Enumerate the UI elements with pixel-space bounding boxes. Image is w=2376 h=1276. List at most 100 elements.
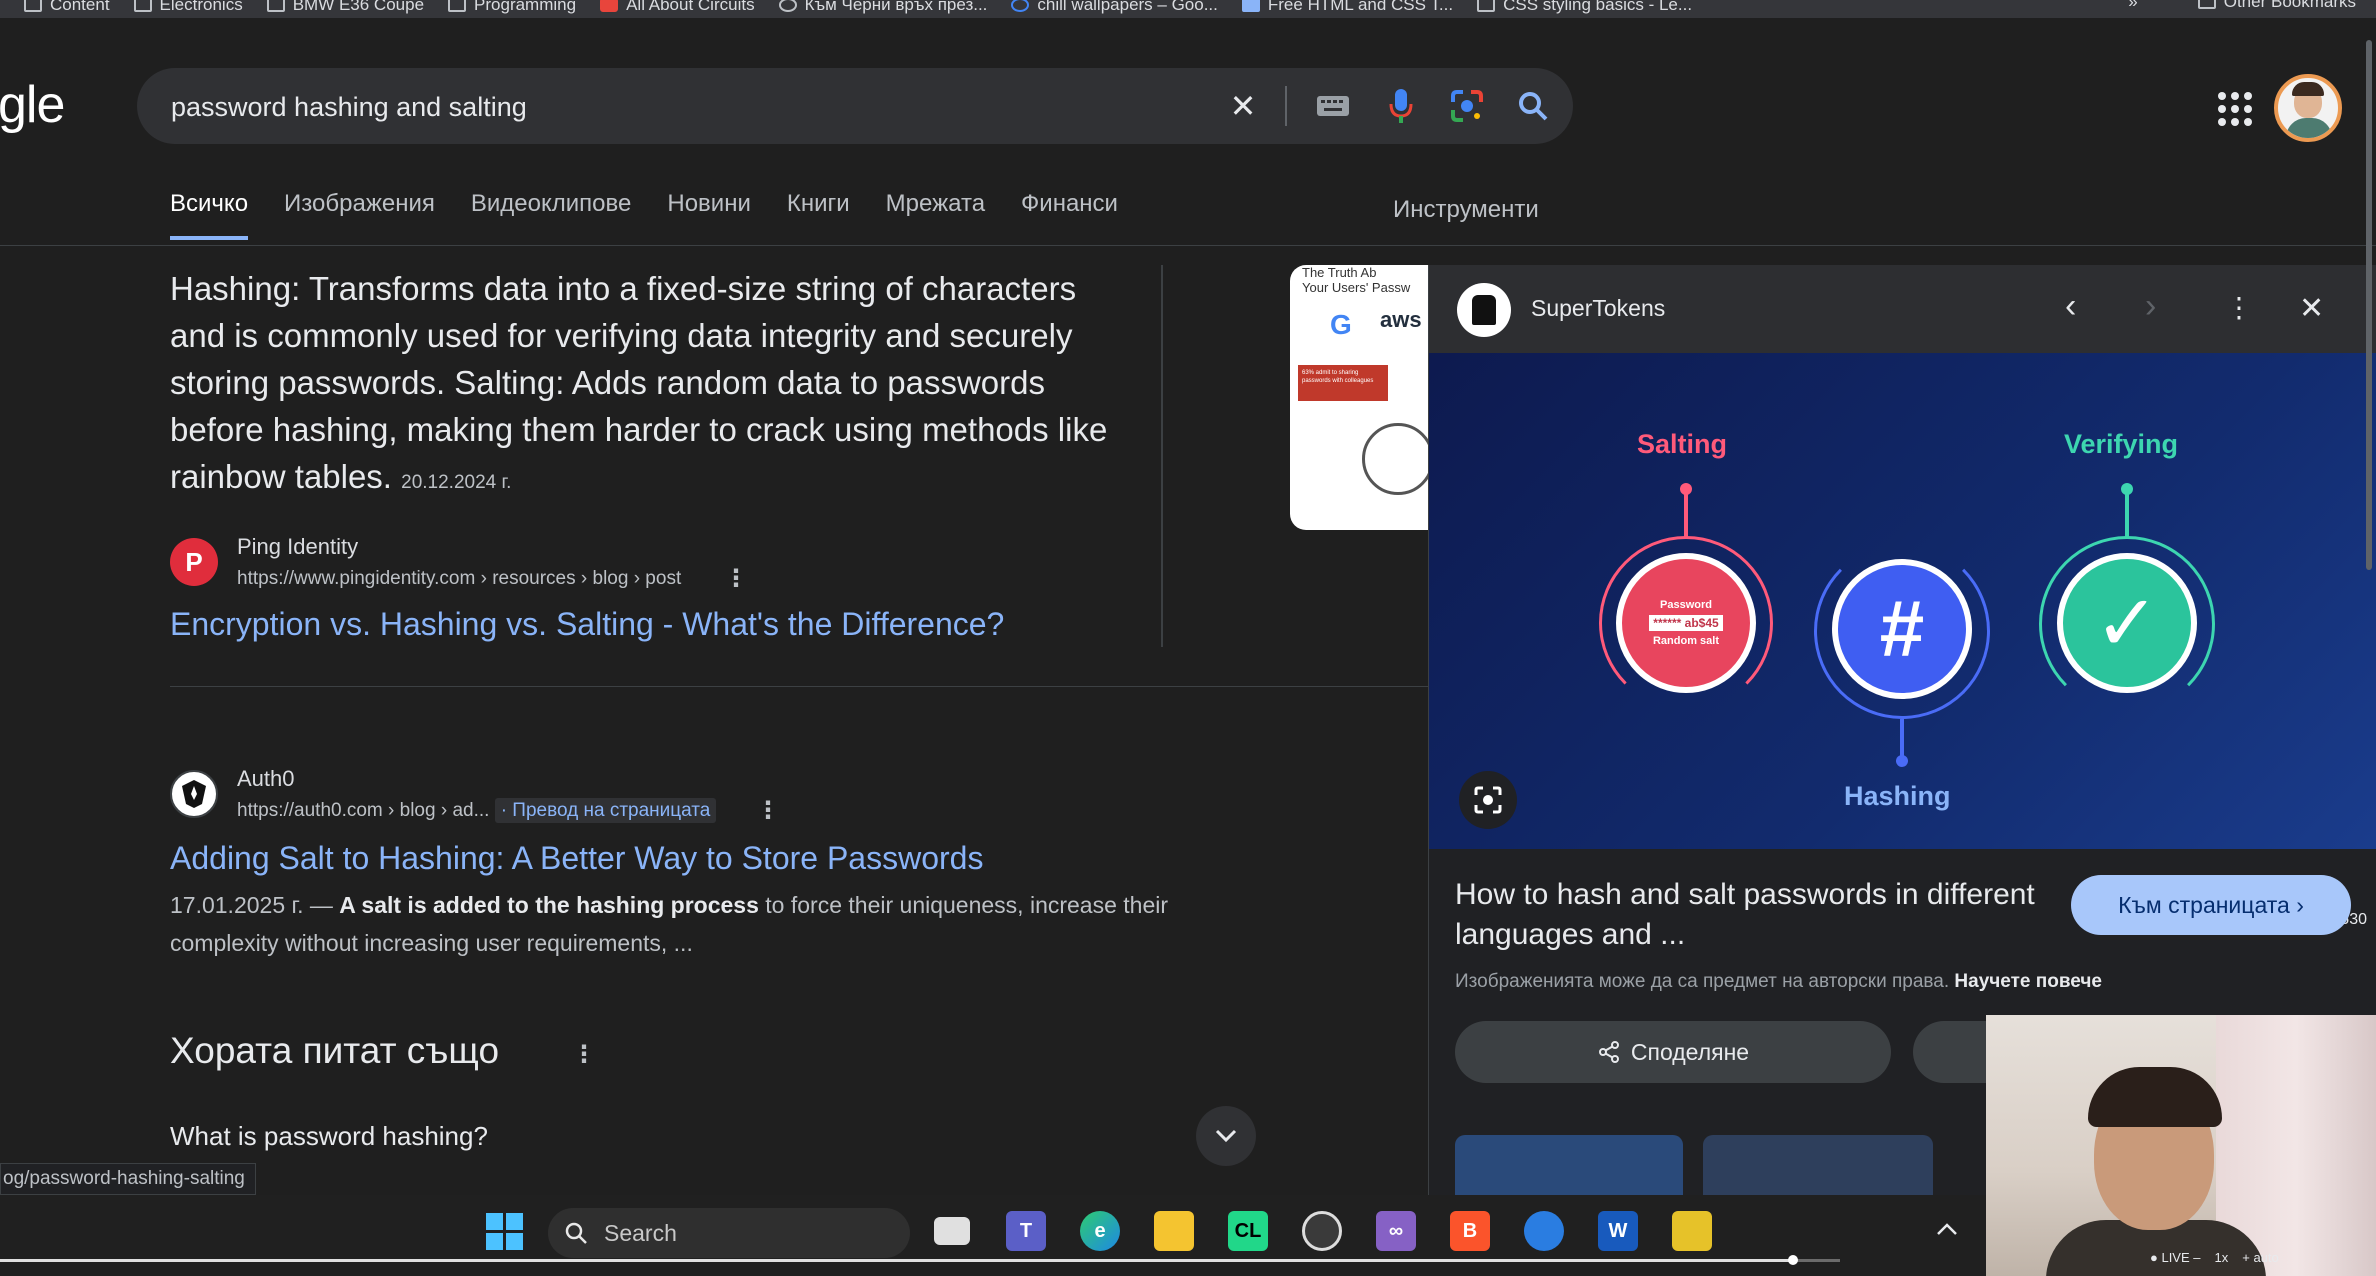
clion-icon[interactable]: CL: [1228, 1211, 1268, 1251]
lens-search-icon[interactable]: [1459, 771, 1517, 829]
search-box[interactable]: password hashing and salting ✕: [137, 68, 1573, 144]
lens-icon[interactable]: [1443, 82, 1491, 130]
chevron-left-icon[interactable]: ‹: [2065, 287, 2076, 326]
windows-start-icon[interactable]: [484, 1211, 524, 1251]
edge-icon[interactable]: e: [1080, 1211, 1120, 1251]
search-icon[interactable]: [1509, 82, 1557, 130]
tab-web[interactable]: Мрежата: [886, 190, 985, 240]
paa-more-icon[interactable]: ⋮: [572, 1040, 596, 1069]
folder-icon: [24, 0, 42, 12]
more-options-icon[interactable]: ⋮: [2225, 291, 2253, 324]
bookmark-content[interactable]: Content: [24, 0, 110, 15]
result-title-link[interactable]: Adding Salt to Hashing: A Better Way to …: [170, 840, 983, 877]
quality-button[interactable]: + auto: [2242, 1250, 2279, 1265]
bookmarks-overflow-icon[interactable]: »: [2128, 0, 2137, 12]
related-image[interactable]: [1455, 1135, 1683, 1195]
visit-page-button[interactable]: Към страницата ›: [2071, 875, 2351, 935]
visual-studio-icon[interactable]: ∞: [1376, 1211, 1416, 1251]
bookmark-css-styling[interactable]: CSS styling basics - Le...: [1477, 0, 1692, 15]
globe-icon: [778, 0, 797, 12]
scrollbar[interactable]: [2366, 40, 2372, 570]
bookmark-bmw[interactable]: BMW E36 Coupe: [266, 0, 424, 15]
file-explorer-icon[interactable]: [1154, 1211, 1194, 1251]
copyright-notice: Изображенията може да са предмет на авто…: [1455, 971, 2102, 992]
source-url[interactable]: https://www.pingidentity.com › resources…: [237, 568, 681, 590]
supertokens-logo[interactable]: [1457, 283, 1511, 337]
hashing-label: Hashing: [1844, 781, 1951, 811]
people-also-ask-heading: Хората питат също: [170, 1030, 500, 1071]
bookmark-free-html-css[interactable]: Free HTML and CSS T...: [1241, 0, 1453, 15]
firefox-icon[interactable]: [1524, 1211, 1564, 1251]
tab-news[interactable]: Новини: [667, 190, 751, 240]
tab-images[interactable]: Изображения: [284, 190, 435, 240]
obs-icon[interactable]: [1302, 1211, 1342, 1251]
share-button[interactable]: Споделяне: [1455, 1021, 1891, 1083]
source-name[interactable]: Auth0: [237, 766, 295, 792]
bookmark-electronics[interactable]: Electronics: [133, 0, 243, 15]
preview-image[interactable]: Salting Verifying Hashing Password *****…: [1429, 353, 2376, 935]
chevron-right-icon[interactable]: ›: [2145, 287, 2156, 326]
salting-label: Salting: [1637, 429, 1728, 459]
tabs-divider: [0, 245, 2376, 246]
tab-all[interactable]: Всичко: [170, 190, 249, 240]
keyboard-icon[interactable]: [1309, 82, 1357, 130]
sticky-notes-icon[interactable]: [1672, 1211, 1712, 1251]
bookmark-all-about-circuits[interactable]: All About Circuits: [600, 0, 755, 15]
speed-button[interactable]: 1x: [2215, 1250, 2229, 1265]
tools-button[interactable]: Инструменти: [1393, 196, 1539, 224]
source-name[interactable]: Ping Identity: [237, 534, 358, 560]
related-image[interactable]: [1703, 1135, 1933, 1195]
translate-link[interactable]: · Превод на страницата: [494, 798, 717, 823]
search-icon: [565, 1222, 587, 1244]
chevron-down-icon[interactable]: [1196, 1106, 1256, 1166]
bookmark-other[interactable]: Other Bookmarks: [2197, 0, 2356, 12]
bookmark-cherni-vrah[interactable]: Към Черни връх през...: [778, 0, 987, 15]
microphone-icon[interactable]: [1377, 82, 1425, 130]
learn-more-link[interactable]: Научете повече: [1954, 971, 2102, 992]
tab-videos[interactable]: Видеоклипове: [471, 190, 631, 240]
progress-knob[interactable]: [1788, 1255, 1798, 1265]
hash-symbol: #: [1832, 559, 1972, 699]
tab-books[interactable]: Книги: [787, 190, 850, 240]
folder-icon: [133, 0, 152, 12]
live-indicator[interactable]: ● LIVE –: [2150, 1250, 2201, 1265]
panel-site-name[interactable]: SuperTokens: [1531, 295, 1665, 322]
google-apps-icon[interactable]: [2218, 92, 2252, 126]
teams-icon[interactable]: T: [1006, 1211, 1046, 1251]
source-url[interactable]: https://auth0.com › blog › ad...: [237, 800, 489, 821]
google-logo[interactable]: gle: [0, 75, 65, 135]
search-tabs: Всичко Изображения Видеоклипове Новини К…: [170, 190, 1154, 240]
tab-finance[interactable]: Финанси: [1021, 190, 1118, 240]
task-view-icon[interactable]: [934, 1217, 970, 1245]
folder-icon: [448, 0, 467, 12]
taskbar-search[interactable]: Search: [548, 1208, 910, 1258]
ping-identity-favicon[interactable]: P: [170, 538, 218, 586]
word-icon[interactable]: W: [1598, 1211, 1638, 1251]
auth0-favicon[interactable]: [170, 770, 218, 818]
paa-question[interactable]: What is password hashing?: [170, 1121, 488, 1152]
result-description: 17.01.2025 г. — A salt is added to the h…: [170, 886, 1250, 962]
search-divider: [1285, 86, 1287, 126]
chevron-up-icon[interactable]: [1936, 1215, 1958, 1243]
mdn-icon: [1477, 0, 1496, 12]
result-title-link[interactable]: Encryption vs. Hashing vs. Salting - Wha…: [170, 606, 1004, 643]
more-options-icon[interactable]: ⋮: [756, 796, 780, 825]
result-bold-text: A salt is added to the hashing process: [339, 892, 759, 918]
thumb-title: The Truth Ab Your Users' Passw: [1302, 265, 1411, 295]
bookmark-programming[interactable]: Programming: [448, 0, 576, 15]
video-progress-bar[interactable]: [0, 1255, 1840, 1265]
folder-icon: [266, 0, 285, 12]
snippet-divider: [1161, 265, 1163, 647]
clear-icon[interactable]: ✕: [1219, 82, 1267, 130]
close-icon[interactable]: ✕: [2299, 291, 2324, 326]
search-input[interactable]: password hashing and salting: [171, 92, 527, 123]
panel-title[interactable]: How to hash and salt passwords in differ…: [1455, 875, 2045, 955]
bookmark-chill-wallpapers[interactable]: chill wallpapers – Goo...: [1011, 0, 1218, 15]
image-thumbnail[interactable]: The Truth Ab Your Users' Passw G aws 63% …: [1290, 265, 1430, 530]
more-options-icon[interactable]: ⋮: [724, 564, 748, 593]
avatar[interactable]: [2274, 74, 2342, 142]
brave-icon[interactable]: B: [1450, 1211, 1490, 1251]
folder-icon: [2197, 0, 2216, 9]
thumb-red-box: 63% admit to sharing passwords with coll…: [1298, 365, 1388, 401]
results-divider: [170, 686, 1428, 687]
